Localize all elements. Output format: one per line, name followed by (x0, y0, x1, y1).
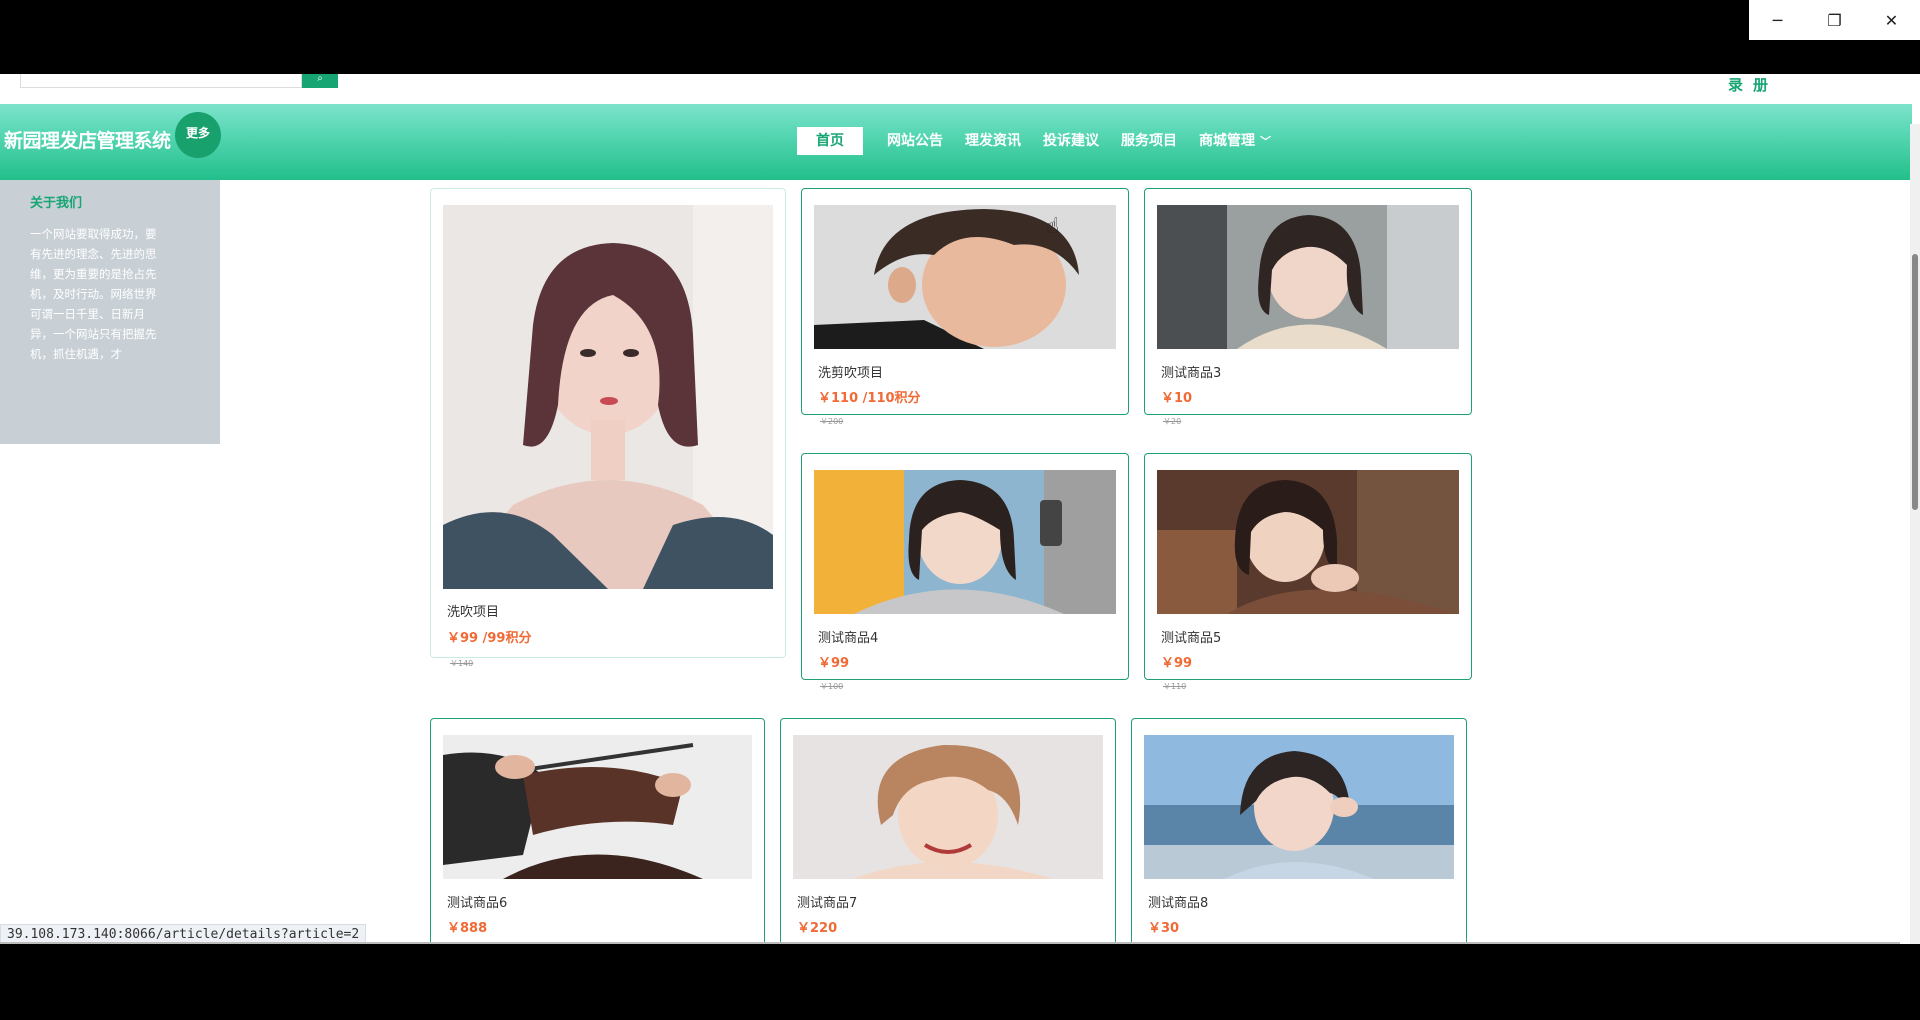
main-navbar: 新园理发店管理系统 更多 首页 网站公告 理发资讯 投诉建议 服务项目 商城管理… (0, 104, 1912, 180)
nav-item-news[interactable]: 理发资讯 (954, 127, 1032, 155)
product-price: ￥30 (1148, 921, 1180, 936)
product-image (1157, 470, 1459, 614)
product-card[interactable]: 测试商品3 ￥10 (1144, 188, 1472, 415)
product-image (793, 735, 1103, 879)
product-price: ￥888 (447, 921, 488, 936)
vertical-scrollbar-track[interactable] (1910, 124, 1920, 944)
product-image (814, 470, 1116, 614)
product-image (814, 205, 1116, 349)
product-price: ￥110 /110积分 (818, 391, 921, 406)
product-image (1144, 735, 1454, 879)
about-panel: 关于我们 一个网站要取得成功，要有先进的理念、先进的思维，更为重要的是抢占先机，… (0, 180, 220, 444)
restore-button[interactable]: ❐ (1806, 0, 1863, 40)
nav-item-complaints[interactable]: 投诉建议 (1032, 127, 1110, 155)
product-card[interactable]: 洗吹项目 ￥99 /99积分 (430, 188, 786, 658)
product-price: ￥220 (797, 921, 838, 936)
browser-viewport: ⌕ 录 册 新园理发店管理系统 更多 首页 网站公告 理发资讯 投诉建议 服务项… (0, 74, 1920, 944)
nav-item-home[interactable]: 首页 (797, 127, 863, 155)
about-text: 一个网站要取得成功，要有先进的理念、先进的思维，更为重要的是抢占先机，及时行动。… (30, 227, 157, 361)
close-button[interactable]: ✕ (1863, 0, 1920, 40)
auth-links: 录 册 (1728, 74, 1768, 96)
nav-item-announcements[interactable]: 网站公告 (876, 127, 954, 155)
product-original-price: ￥20 (1163, 417, 1182, 426)
more-button[interactable]: 更多 (175, 112, 221, 158)
product-card[interactable]: 测试商品4 ￥99 (801, 453, 1129, 680)
nav-menu: 首页 网站公告 理发资讯 投诉建议 服务项目 商城管理 ﹀ (797, 127, 1282, 155)
nav-item-shop-label: 商城管理 (1199, 133, 1255, 149)
product-name: 测试商品3 (1161, 366, 1222, 381)
product-price: ￥99 /99积分 (447, 631, 532, 646)
search-button[interactable]: ⌕ (302, 74, 338, 88)
link-status-url: 39.108.173.140:8066/article/details?arti… (0, 924, 367, 944)
product-original-price: ￥110 (1163, 682, 1187, 691)
product-image (443, 205, 773, 589)
nav-item-services[interactable]: 服务项目 (1110, 127, 1188, 155)
product-card[interactable]: 洗剪吹项目 ￥110 /110积分 (801, 188, 1129, 415)
product-original-price: ￥100 (820, 682, 844, 691)
product-name: 洗剪吹项目 (818, 366, 884, 381)
product-name: 测试商品6 (447, 896, 508, 911)
product-name: 测试商品8 (1148, 896, 1209, 911)
window-titlebar (0, 0, 1920, 74)
product-image (1157, 205, 1459, 349)
chevron-down-icon: ﹀ (1260, 135, 1271, 148)
about-title: 关于我们 (30, 196, 83, 211)
product-price: ￥10 (1161, 391, 1193, 406)
search-input[interactable] (20, 74, 302, 88)
product-card[interactable]: 测试商品6 ￥888 (430, 718, 765, 944)
product-name: 测试商品5 (1161, 631, 1222, 646)
product-card[interactable]: 测试商品8 ￥30 (1131, 718, 1467, 944)
product-price: ￥99 (818, 656, 850, 671)
site-title[interactable]: 新园理发店管理系统 (4, 126, 171, 153)
product-card[interactable]: 测试商品7 ￥220 (780, 718, 1116, 944)
product-name: 测试商品4 (818, 631, 879, 646)
search-icon: ⌕ (317, 74, 323, 84)
window-controls: ─ ❐ ✕ (1749, 0, 1920, 40)
product-name: 洗吹项目 (447, 605, 500, 620)
mouse-cursor-icon: ☝ (1046, 214, 1060, 239)
product-original-price: ￥140 (450, 659, 474, 668)
product-original-price: ￥200 (820, 417, 844, 426)
product-card[interactable]: 测试商品5 ￥99 (1144, 453, 1472, 680)
vertical-scrollbar-thumb[interactable] (1912, 254, 1918, 510)
nav-item-shop[interactable]: 商城管理 ﹀ (1188, 127, 1282, 155)
bottom-black-bar (0, 944, 1920, 1020)
product-price: ￥99 (1161, 656, 1193, 671)
login-link[interactable]: 录 (1728, 74, 1743, 96)
product-name: 测试商品7 (797, 896, 858, 911)
minimize-button[interactable]: ─ (1749, 0, 1806, 40)
product-image (443, 735, 752, 879)
register-link[interactable]: 册 (1753, 74, 1768, 96)
